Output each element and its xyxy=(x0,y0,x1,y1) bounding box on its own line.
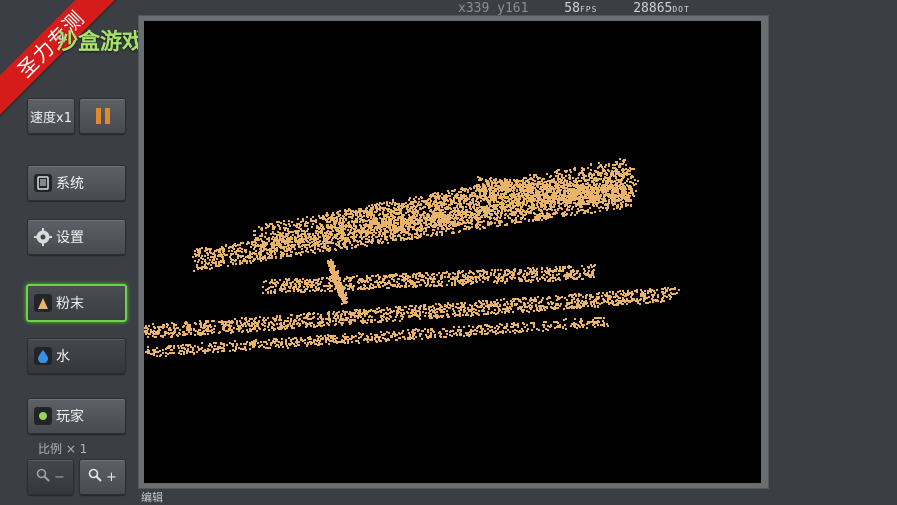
speed-button[interactable]: 速度x1 xyxy=(27,98,75,134)
zoom-out-icon xyxy=(36,468,50,486)
game-title: 沙盒游戏 xyxy=(56,30,145,55)
player-label: 玩家 xyxy=(56,409,84,425)
fps-value: 58 xyxy=(564,1,580,16)
dot-unit: DOT xyxy=(672,5,690,14)
game-screen: 圣力专测 沙盒游戏 x339 y161 58FPS 28865DOT 速度x1 … xyxy=(0,0,897,505)
settings-button[interactable]: 设置 xyxy=(27,219,126,255)
dot-counter: 28865DOT xyxy=(633,1,690,16)
water-label: 水 xyxy=(56,349,70,365)
speed-label: 速度x1 xyxy=(30,110,72,126)
y-value: 161 xyxy=(504,1,529,16)
canvas-frame xyxy=(138,15,769,489)
fps-counter: 58FPS xyxy=(564,1,597,16)
dot-value: 28865 xyxy=(633,1,673,16)
powder-button[interactable]: 粉末 xyxy=(26,284,127,322)
player-button[interactable]: 玩家 xyxy=(27,398,126,434)
x-value: 339 xyxy=(465,1,490,16)
powder-particles xyxy=(144,158,680,357)
cursor-position: x339 y161 xyxy=(458,1,528,16)
sand-canvas[interactable] xyxy=(144,21,761,483)
fps-unit: FPS xyxy=(579,5,598,14)
scale-label: 比例 × 1 xyxy=(38,442,88,456)
x-label: x xyxy=(458,1,466,16)
system-button[interactable]: 系统 xyxy=(27,165,126,201)
editor-label: 编辑 xyxy=(141,491,163,504)
powder-icon xyxy=(34,294,52,312)
zoom-out-label: − xyxy=(54,469,65,485)
zoom-out-button[interactable]: − xyxy=(27,459,74,495)
system-label: 系统 xyxy=(56,176,84,192)
water-button[interactable]: 水 xyxy=(27,338,126,374)
water-drop-icon xyxy=(34,347,52,365)
zoom-in-button[interactable]: + xyxy=(79,459,126,495)
pause-icon xyxy=(95,108,110,124)
tablet-icon xyxy=(34,174,52,192)
powder-label: 粉末 xyxy=(56,296,84,312)
settings-label: 设置 xyxy=(56,230,84,246)
zoom-in-icon xyxy=(88,468,102,486)
pause-button[interactable] xyxy=(79,98,126,134)
y-label: y xyxy=(497,1,505,16)
zoom-in-label: + xyxy=(106,469,117,485)
gear-icon xyxy=(34,228,52,246)
player-icon xyxy=(34,407,52,425)
